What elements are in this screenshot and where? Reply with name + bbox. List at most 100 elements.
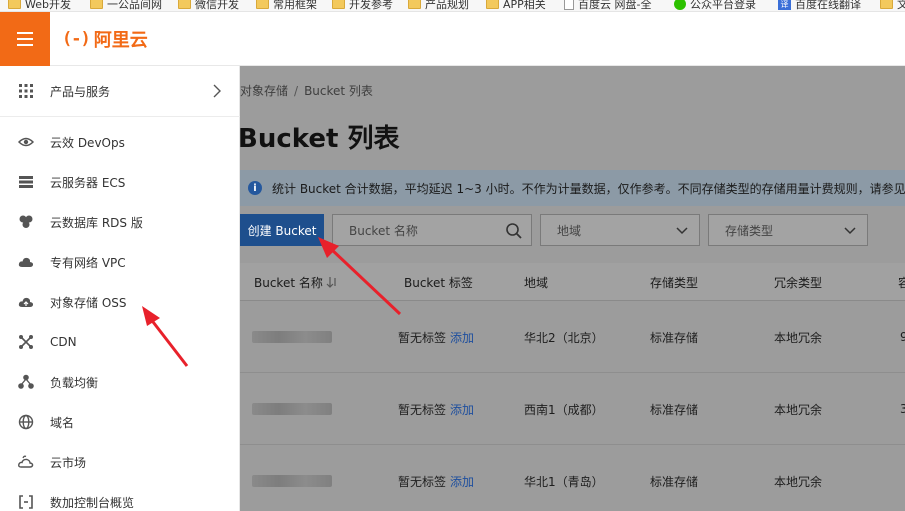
sidebar-item-label: 域名 <box>50 415 75 430</box>
column-bucket-name[interactable]: Bucket 名称 <box>254 263 338 301</box>
cdn-icon <box>18 334 34 350</box>
bookmark-product-planning[interactable]: 产品规划 <box>408 0 469 11</box>
aliyun-logo[interactable]: (-) 阿里云 <box>62 12 148 66</box>
sidebar-divider <box>0 116 240 117</box>
bookmarks-bar: Web开发 一公品间网 微信开发 常用框架 开发参考 产品规划 APP相关 百度… <box>0 0 905 12</box>
info-icon: i <box>248 181 262 195</box>
add-tag-link[interactable]: 添加 <box>450 401 474 418</box>
sidebar-item-label: 负载均衡 <box>50 375 99 390</box>
bucket-name-redacted[interactable] <box>252 331 332 343</box>
page-title: Bucket 列表 <box>240 124 400 154</box>
product-sidebar: 产品与服务 云效 DevOps 云服务器 ECS 云数据库 RDS 版 专有网络… <box>0 66 240 511</box>
table-row[interactable]: 暂无标签 添加 西南1（成都） 标准存储 本地冗余 3 <box>240 373 905 445</box>
bucket-name-redacted[interactable] <box>252 403 332 415</box>
redundancy-cell: 本地冗余 <box>774 330 823 345</box>
top-header: (-) 阿里云 <box>0 12 905 66</box>
folder-icon <box>880 0 893 9</box>
bookmark-app[interactable]: APP相关 <box>486 0 546 11</box>
toolbar: 创建 Bucket Bucket 名称 地域 存储类型 <box>240 214 905 246</box>
folder-icon <box>332 0 345 9</box>
server-icon <box>18 174 34 190</box>
search-placeholder: Bucket 名称 <box>349 223 418 238</box>
bookmark-wechat-dev[interactable]: 微信开发 <box>178 0 239 11</box>
region-select-value: 地域 <box>557 223 582 238</box>
sidebar-item-label: 专有网络 VPC <box>50 255 126 270</box>
folder-icon <box>408 0 421 9</box>
create-bucket-button[interactable]: 创建 Bucket <box>240 214 324 246</box>
folder-icon <box>486 0 499 9</box>
storage-cell: 标准存储 <box>650 402 699 417</box>
sidebar-item-market[interactable]: 云市场 <box>0 442 240 482</box>
sidebar-item-label: 数加控制台概览 <box>50 495 135 510</box>
tag-empty: 暂无标签 <box>398 402 447 417</box>
breadcrumb-parent[interactable]: 对象存储 <box>240 84 288 98</box>
sidebar-item-devops[interactable]: 云效 DevOps <box>0 122 240 162</box>
search-icon[interactable] <box>505 222 523 240</box>
table-row[interactable]: 暂无标签 添加 华北2（北京） 标准存储 本地冗余 9 <box>240 301 905 373</box>
main-content: 对象存储 / Bucket 列表 Bucket 列表 i 统计 Bucket 合计数… <box>240 66 905 511</box>
capacity-cell: 3 <box>900 402 905 416</box>
redundancy-cell: 本地冗余 <box>774 402 823 417</box>
bucket-name-redacted[interactable] <box>252 475 332 487</box>
cloud-storage-icon <box>18 294 34 310</box>
column-storage-type: 存储类型 <box>650 275 699 290</box>
redundancy-cell: 本地冗余 <box>774 474 823 489</box>
bucket-search-input[interactable]: Bucket 名称 <box>332 214 532 246</box>
sidebar-item-slb[interactable]: 负载均衡 <box>0 362 240 402</box>
storage-cell: 标准存储 <box>650 474 699 489</box>
bookmark-mp-login[interactable]: 公众平台登录 <box>674 0 756 11</box>
breadcrumb: 对象存储 / Bucket 列表 <box>240 82 373 99</box>
bookmark-baidu-pan[interactable]: 百度云 网盘-全 <box>564 0 651 11</box>
folder-icon <box>256 0 269 9</box>
wechat-icon <box>674 0 686 10</box>
sidebar-item-products[interactable]: 产品与服务 <box>0 71 240 111</box>
grid-icon <box>18 83 34 99</box>
sidebar-item-dataplus[interactable]: 数加控制台概览 <box>0 482 240 511</box>
folder-icon <box>90 0 103 9</box>
menu-button[interactable] <box>0 12 50 66</box>
bookmark-more[interactable]: 文 <box>880 0 905 11</box>
column-capacity: 容 <box>898 275 905 290</box>
storage-select-value: 存储类型 <box>725 223 774 238</box>
storage-type-select[interactable]: 存储类型 <box>708 214 868 246</box>
table-header: Bucket 名称 Bucket 标签 地域 存储类型 冗余类型 容 <box>240 263 905 301</box>
add-tag-link[interactable]: 添加 <box>450 329 474 346</box>
bookmark-web-dev[interactable]: Web开发 <box>8 0 71 11</box>
sidebar-item-label: 对象存储 OSS <box>50 295 127 310</box>
load-balancer-icon <box>18 374 34 390</box>
region-select[interactable]: 地域 <box>540 214 700 246</box>
page-icon <box>564 0 574 10</box>
sort-icon[interactable] <box>326 276 338 288</box>
dataplus-icon <box>18 494 34 510</box>
bookmark-frameworks[interactable]: 常用框架 <box>256 0 317 11</box>
sidebar-item-cdn[interactable]: CDN <box>0 322 240 362</box>
bookmark-baidu-translate[interactable]: 译百度在线翻译 <box>778 0 861 11</box>
bookmark-item[interactable]: 一公品间网 <box>90 0 162 11</box>
logo-text: 阿里云 <box>93 30 148 51</box>
table-row[interactable]: 暂无标签 添加 华北1（青岛） 标准存储 本地冗余 <box>240 445 905 511</box>
sidebar-item-label: 云数据库 RDS 版 <box>50 215 143 230</box>
add-tag-link[interactable]: 添加 <box>450 473 474 490</box>
region-cell: 西南1（成都） <box>524 402 604 417</box>
column-bucket-tag: Bucket 标签 <box>404 275 473 290</box>
database-icon <box>18 214 34 230</box>
bookmark-dev-reference[interactable]: 开发参考 <box>332 0 393 11</box>
cloud-icon <box>18 254 34 270</box>
capacity-cell: 9 <box>900 330 905 344</box>
tag-empty: 暂无标签 <box>398 474 447 489</box>
info-notice: i 统计 Bucket 合计数据，平均延迟 1~3 小时。不作为计量数据，仅作参… <box>240 170 905 206</box>
breadcrumb-current: Bucket 列表 <box>304 84 373 98</box>
eye-icon <box>18 134 34 150</box>
region-cell: 华北1（青岛） <box>524 474 604 489</box>
sidebar-item-label: 云市场 <box>50 455 87 470</box>
globe-icon <box>18 414 34 430</box>
sidebar-item-ecs[interactable]: 云服务器 ECS <box>0 162 240 202</box>
sidebar-item-rds[interactable]: 云数据库 RDS 版 <box>0 202 240 242</box>
sidebar-item-oss[interactable]: 对象存储 OSS <box>0 282 240 322</box>
sidebar-item-vpc[interactable]: 专有网络 VPC <box>0 242 240 282</box>
sidebar-item-domain[interactable]: 域名 <box>0 402 240 442</box>
chevron-down-icon <box>676 227 688 235</box>
chevron-down-icon <box>844 227 856 235</box>
column-redundancy: 冗余类型 <box>774 275 823 290</box>
market-icon <box>18 454 34 470</box>
